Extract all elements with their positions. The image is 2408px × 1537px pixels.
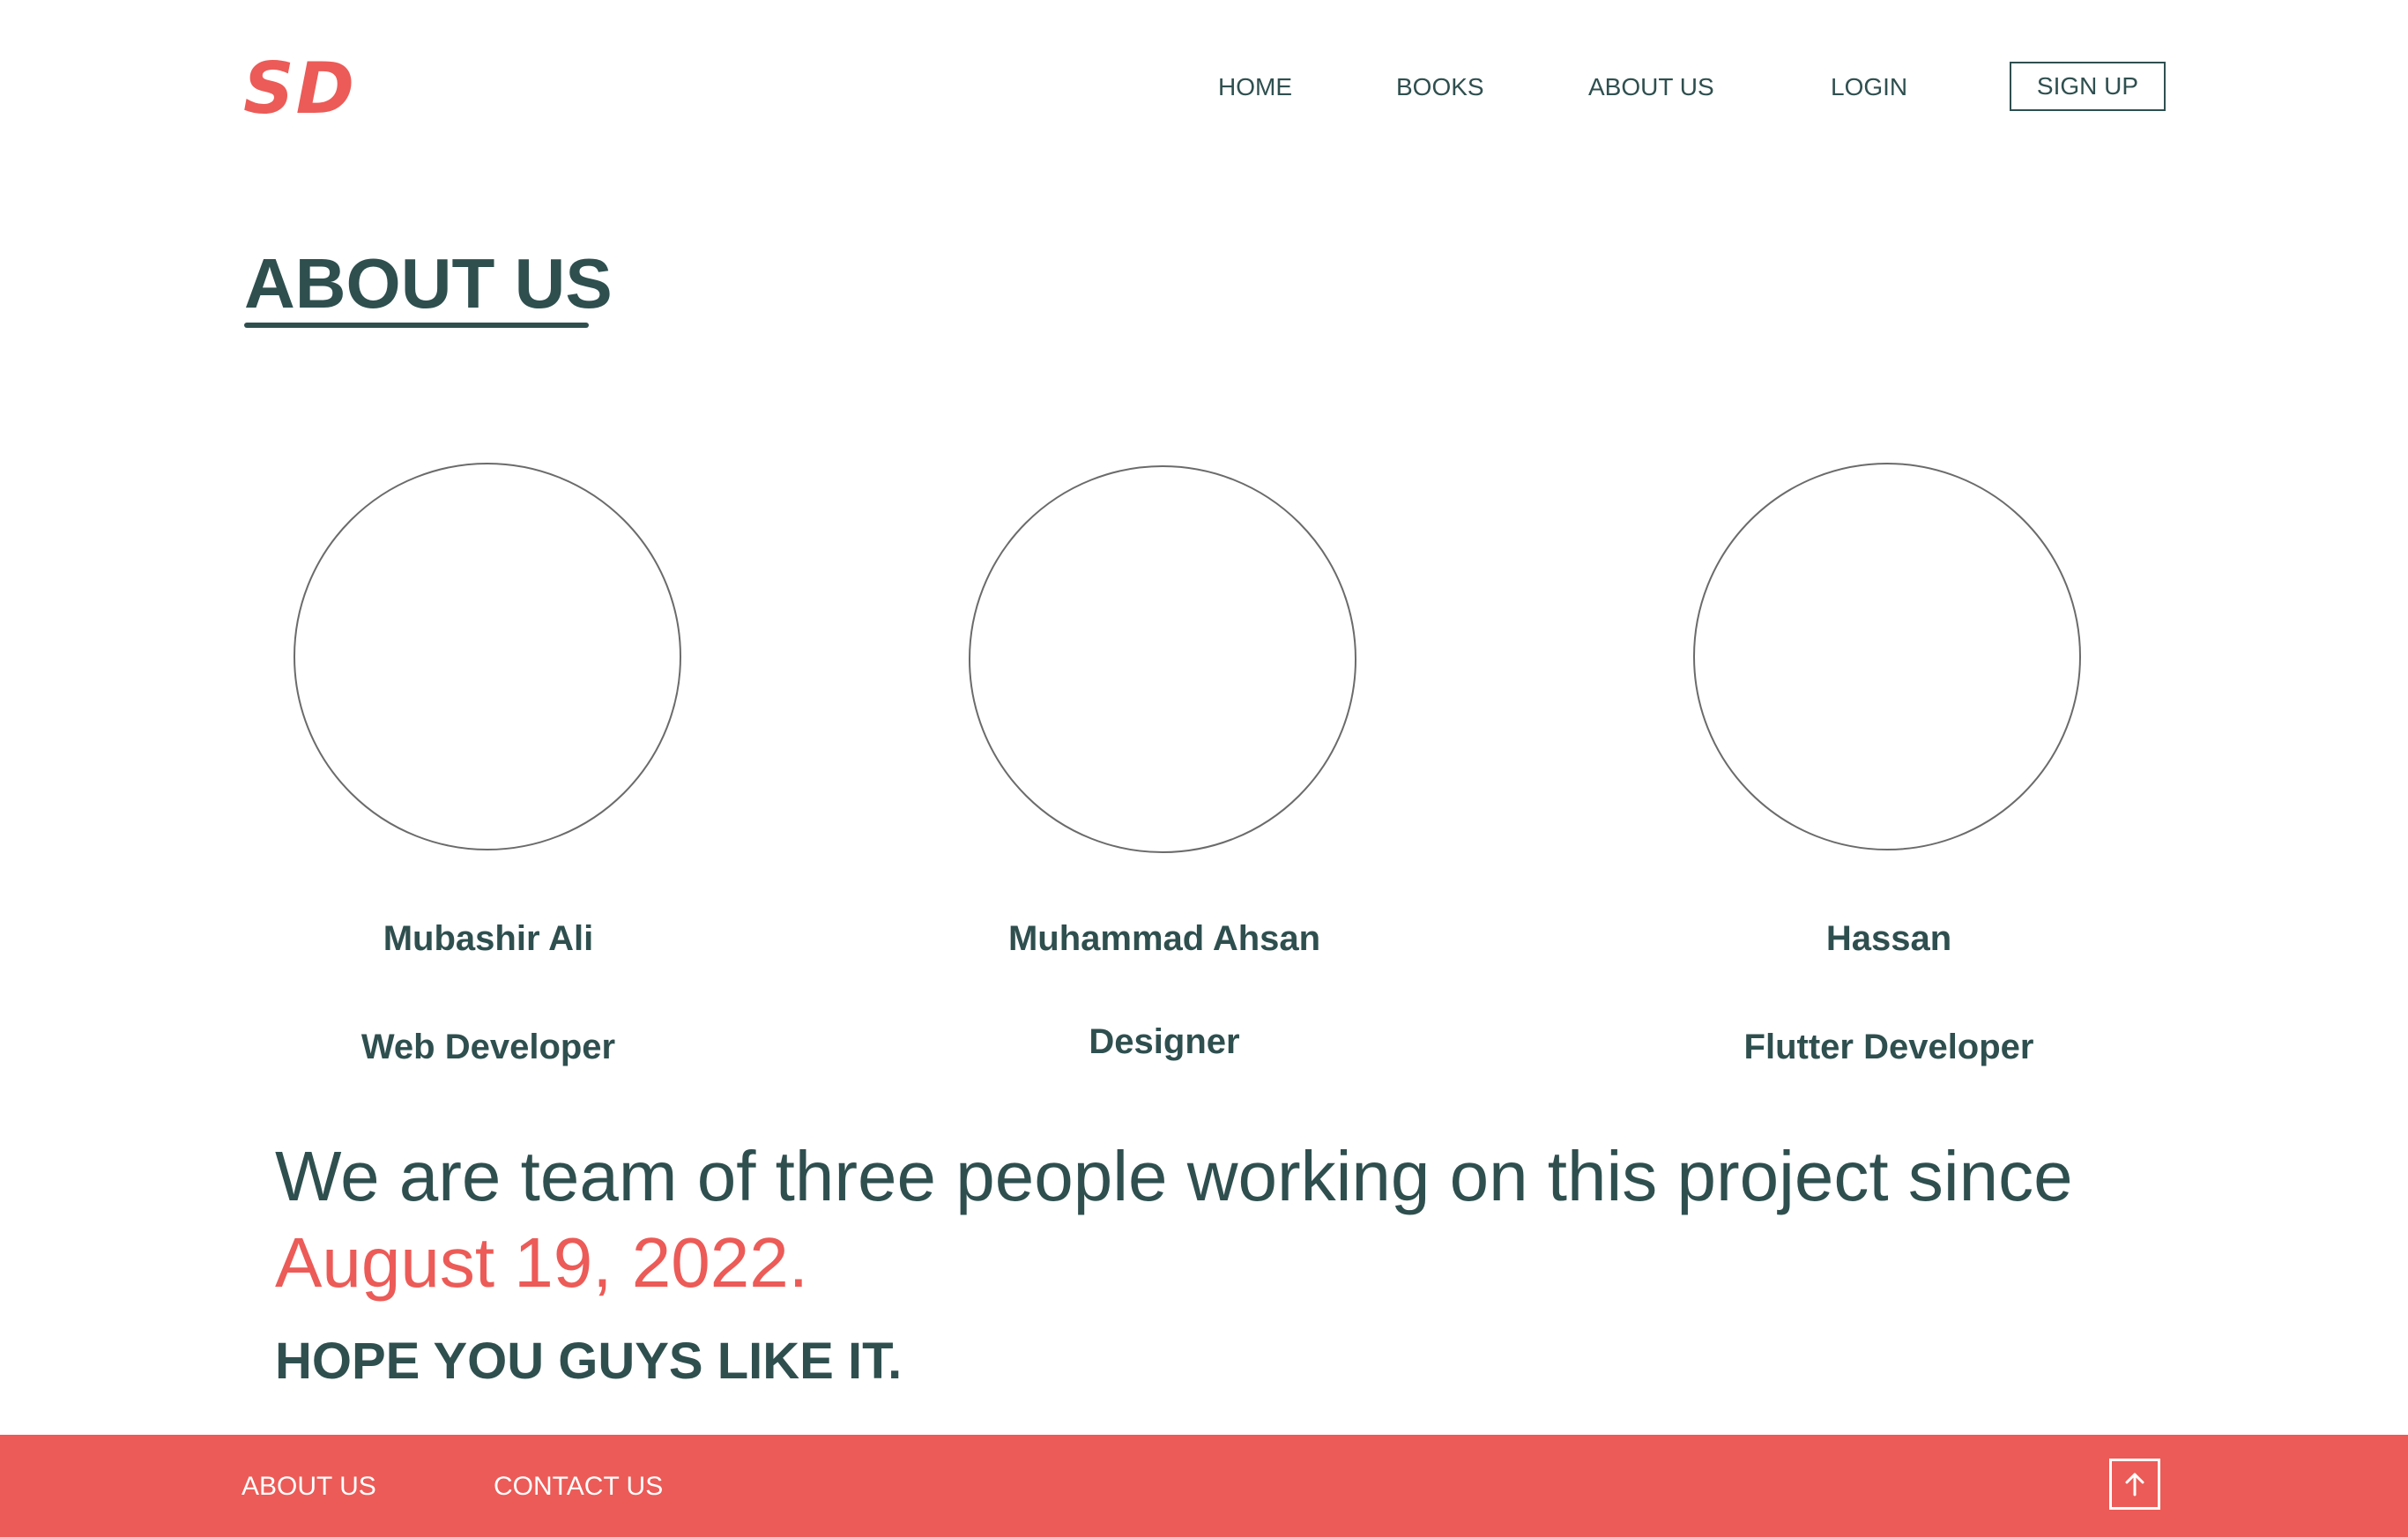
signup-button[interactable]: SIGN UP (2010, 62, 2166, 111)
avatar-mubashir-ali (294, 463, 681, 850)
back-to-top-button[interactable] (2109, 1459, 2160, 1510)
footer: ABOUT US CONTACT US (0, 1435, 2408, 1537)
member-name: Hassan (1825, 919, 1952, 958)
page-title: ABOUT US (244, 244, 613, 323)
team-description: We are team of three people working on t… (275, 1133, 2179, 1306)
nav-books[interactable]: BOOKS (1396, 71, 1484, 103)
nav-home[interactable]: HOME (1218, 71, 1292, 103)
avatar-hassan (1693, 463, 2081, 850)
closing-message: HOPE YOU GUYS LIKE IT. (275, 1333, 903, 1390)
footer-about-us-link[interactable]: ABOUT US (242, 1470, 376, 1504)
project-start-date: August 19, 2022 (275, 1223, 789, 1302)
member-name: Muhammad Ahsan (1007, 919, 1321, 958)
member-role: Web Developer (360, 1028, 616, 1066)
title-underline (244, 323, 589, 328)
member-name: Mubashir Ali (383, 919, 594, 958)
member-role: Designer (1089, 1022, 1240, 1061)
footer-contact-us-link[interactable]: CONTACT US (494, 1470, 663, 1504)
logo[interactable]: SD (243, 49, 356, 129)
member-role: Flutter Developer (1743, 1028, 2034, 1066)
avatar-muhammad-ahsan (969, 465, 1356, 853)
date-period: . (788, 1223, 808, 1302)
nav-login[interactable]: LOGIN (1831, 71, 1907, 103)
arrow-up-icon (2125, 1473, 2144, 1496)
nav-about-us[interactable]: ABOUT US (1588, 71, 1714, 103)
about-page: SD HOME BOOKS ABOUT US LOGIN SIGN UP ABO… (0, 0, 2408, 1537)
description-text: We are team of three people working on t… (275, 1137, 2073, 1215)
